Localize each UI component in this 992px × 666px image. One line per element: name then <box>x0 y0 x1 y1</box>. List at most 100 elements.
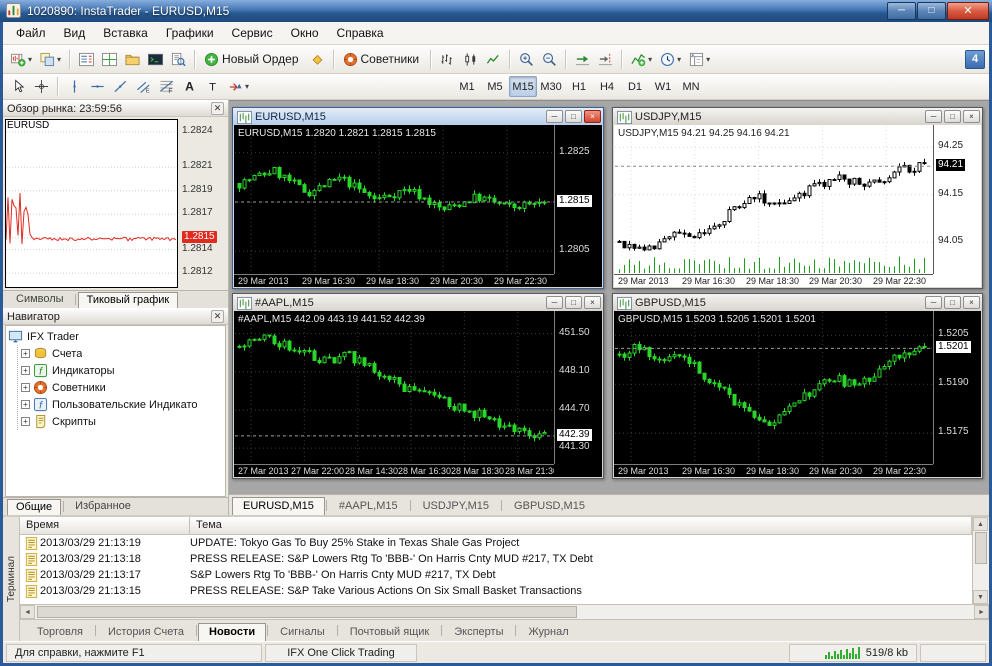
navigator-close-icon[interactable]: ✕ <box>211 310 224 323</box>
terminal-tab-signals[interactable]: Сигналы <box>269 623 336 641</box>
crosshair-button[interactable] <box>30 75 53 98</box>
time-scale[interactable]: 29 Mar 2013 29 Mar 16:30 29 Mar 18:30 29 Ma… <box>614 464 933 477</box>
chart-tab-eurusd[interactable]: EURUSD,M15 <box>232 497 325 515</box>
window-close-button[interactable]: ✕ <box>947 2 989 20</box>
chart-close-button[interactable]: × <box>584 296 601 309</box>
chart-minimize-button[interactable]: ─ <box>546 110 563 123</box>
titlebar[interactable]: 1020890: InstaTrader - EURUSD,M15 ─ □ ✕ <box>0 0 992 22</box>
timeframe-d1-button[interactable]: D1 <box>621 76 649 97</box>
timeframe-m30-button[interactable]: M30 <box>537 76 565 97</box>
chart-close-button[interactable]: × <box>963 110 980 123</box>
vertical-scrollbar[interactable]: ▲ ▼ <box>972 517 989 604</box>
text-button[interactable]: A <box>178 75 201 98</box>
price-scale[interactable]: 94.25 94.15 94.05 94.21 <box>933 125 981 274</box>
chart-minimize-button[interactable]: ─ <box>925 110 942 123</box>
bar-chart-mode-button[interactable] <box>436 48 459 71</box>
templates-button[interactable]: ▾ <box>685 48 714 71</box>
timeframe-h4-button[interactable]: H4 <box>593 76 621 97</box>
equidistant-channel-button[interactable]: E <box>132 75 155 98</box>
chart-area[interactable]: EURUSD,M15 1.2820 1.2821 1.2815 1.2815 1.… <box>234 125 602 287</box>
chart-window-titlebar[interactable]: EURUSD,M15 ─ □ × <box>233 108 603 125</box>
terminal-side-tab[interactable]: Терминал <box>3 517 20 641</box>
terminal-tab-account-history[interactable]: История Счета <box>97 623 195 641</box>
time-scale[interactable]: 27 Mar 2013 27 Mar 22:00 28 Mar 14:30 28 Ma… <box>234 464 554 477</box>
vertical-line-button[interactable] <box>63 75 86 98</box>
terminal-tab-news[interactable]: Новости <box>198 623 267 641</box>
auto-scroll-button[interactable] <box>571 48 594 71</box>
nav-item-custom-indicators[interactable]: + f Пользовательские Индикато <box>18 396 225 413</box>
market-watch-tab-tick-chart[interactable]: Тиковый график <box>77 292 179 308</box>
scroll-down-icon[interactable]: ▼ <box>973 590 988 604</box>
zoom-out-button[interactable] <box>538 48 561 71</box>
chart-window-eurusd[interactable]: EURUSD,M15 ─ □ × EURUSD,M15 1.2820 1.2821 1.… <box>232 107 604 289</box>
charts-count-button[interactable]: 4 <box>965 49 985 69</box>
terminal-tab-journal[interactable]: Журнал <box>517 623 579 641</box>
menu-view[interactable]: Вид <box>55 23 95 43</box>
status-trading-mode[interactable]: IFX One Click Trading <box>265 643 417 662</box>
arrows-button[interactable]: ▾ <box>224 75 253 98</box>
candle-chart-mode-button[interactable] <box>459 48 482 71</box>
chart-window-titlebar[interactable]: #AAPL,M15 ─ □ × <box>233 294 603 311</box>
line-chart-mode-button[interactable] <box>482 48 505 71</box>
news-row[interactable]: 2013/03/29 21:13:18 PRESS RELEASE: S&P Lo… <box>20 551 972 567</box>
column-header-topic[interactable]: Тема <box>190 517 972 534</box>
chart-area[interactable]: USDJPY,M15 94.21 94.25 94.16 94.21 94.25 9… <box>614 125 981 287</box>
market-watch-tab-symbols[interactable]: Символы <box>7 291 73 308</box>
chart-canvas[interactable] <box>235 312 555 463</box>
nav-item-accounts[interactable]: + Счета <box>18 345 225 362</box>
chart-maximize-button[interactable]: □ <box>944 296 961 309</box>
horizontal-scrollbar[interactable]: ◄ ► <box>20 604 989 619</box>
menu-charts[interactable]: Графики <box>157 23 223 43</box>
terminal-button[interactable] <box>144 48 167 71</box>
news-row[interactable]: 2013/03/29 21:13:19 UPDATE: Tokyo Gas To … <box>20 535 972 551</box>
terminal-tab-mailbox[interactable]: Почтовый ящик <box>339 623 440 641</box>
metaeditor-button[interactable] <box>306 48 329 71</box>
timeframe-m15-button[interactable]: M15 <box>509 76 538 97</box>
time-scale[interactable]: 29 Mar 2013 29 Mar 16:30 29 Mar 18:30 29 Ma… <box>234 274 554 287</box>
chart-maximize-button[interactable]: □ <box>565 296 582 309</box>
menu-help[interactable]: Справка <box>328 23 393 43</box>
price-scale[interactable]: 1.2825 1.2805 1.2815 <box>554 125 602 274</box>
fibonacci-button[interactable]: F <box>155 75 178 98</box>
terminal-tab-trade[interactable]: Торговля <box>26 623 94 641</box>
horizontal-line-button[interactable] <box>86 75 109 98</box>
timeframe-m5-button[interactable]: M5 <box>481 76 509 97</box>
chart-window-usdjpy[interactable]: USDJPY,M15 ─ □ × USDJPY,M15 94.21 94.25 94.1… <box>612 107 983 289</box>
chart-tab-aapl[interactable]: #AAPL,M15 <box>328 497 409 515</box>
chart-window-titlebar[interactable]: GBPUSD,M15 ─ □ × <box>613 294 982 311</box>
profiles-button[interactable]: ▾ <box>36 48 65 71</box>
chart-shift-button[interactable] <box>594 48 617 71</box>
chart-window-aapl[interactable]: #AAPL,M15 ─ □ × #AAPL,M15 442.09 443.19 441.… <box>232 293 604 479</box>
chart-tab-usdjpy[interactable]: USDJPY,M15 <box>412 497 500 515</box>
nav-item-ifx-trader[interactable]: IFX Trader <box>8 328 225 345</box>
indicators-button[interactable]: ▾ <box>627 48 656 71</box>
terminal-tab-experts[interactable]: Эксперты <box>443 623 514 641</box>
timeframe-h1-button[interactable]: H1 <box>565 76 593 97</box>
trendline-button[interactable] <box>109 75 132 98</box>
chart-area[interactable]: GBPUSD,M15 1.5203 1.5205 1.5201 1.5201 1.… <box>614 311 981 477</box>
menu-insert[interactable]: Вставка <box>94 23 157 43</box>
periods-button[interactable]: ▾ <box>656 48 685 71</box>
nav-item-scripts[interactable]: + Скрипты <box>18 413 225 430</box>
chart-minimize-button[interactable]: ─ <box>546 296 563 309</box>
strategy-tester-button[interactable] <box>167 48 190 71</box>
text-label-button[interactable]: T <box>201 75 224 98</box>
time-scale[interactable]: 29 Mar 2013 29 Mar 16:30 29 Mar 18:30 29 Ma… <box>614 274 933 287</box>
price-scale[interactable]: 1.5205 1.5190 1.5175 1.5201 <box>933 311 981 464</box>
chart-tab-gbpusd[interactable]: GBPUSD,M15 <box>503 497 596 515</box>
chart-canvas[interactable] <box>235 126 555 273</box>
menu-window[interactable]: Окно <box>282 23 328 43</box>
data-window-button[interactable] <box>98 48 121 71</box>
scroll-left-icon[interactable]: ◄ <box>20 605 35 619</box>
chart-window-gbpusd[interactable]: GBPUSD,M15 ─ □ × GBPUSD,M15 1.5203 1.5205 1.… <box>612 293 983 479</box>
chart-minimize-button[interactable]: ─ <box>925 296 942 309</box>
timeframe-m1-button[interactable]: M1 <box>453 76 481 97</box>
chart-maximize-button[interactable]: □ <box>565 110 582 123</box>
tick-chart-canvas[interactable] <box>5 119 178 288</box>
chart-window-titlebar[interactable]: USDJPY,M15 ─ □ × <box>613 108 982 125</box>
navigator-tab-favorites[interactable]: Избранное <box>66 498 140 515</box>
chart-area[interactable]: #AAPL,M15 442.09 443.19 441.52 442.39 451… <box>234 311 602 477</box>
news-row[interactable]: 2013/03/29 21:13:15 PRESS RELEASE: S&P Ta… <box>20 583 972 599</box>
new-order-button[interactable]: Новый Ордер <box>200 48 305 71</box>
chart-canvas[interactable] <box>615 312 934 463</box>
